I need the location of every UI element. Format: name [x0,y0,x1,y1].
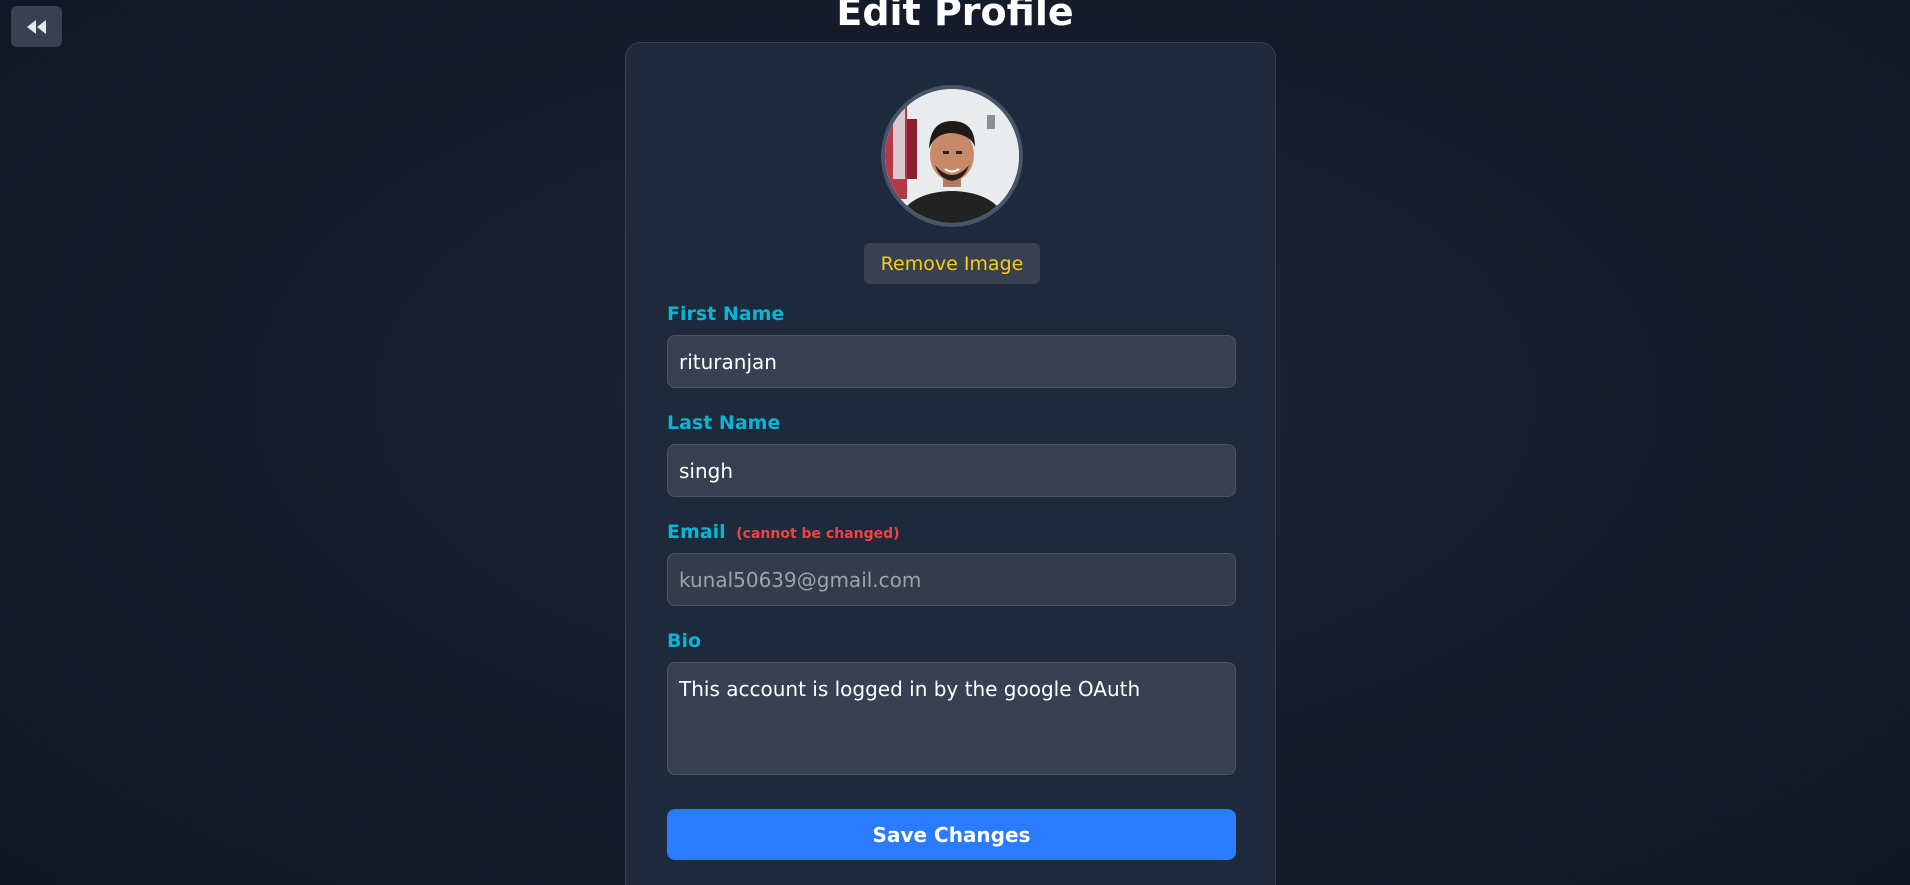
bio-field[interactable]: This account is logged in by the google … [667,662,1236,775]
page-title: Edit Profile [836,0,1074,34]
first-name-field[interactable] [667,335,1236,388]
last-name-label: Last Name [667,412,781,434]
email-label-row: Email (cannot be changed) [667,521,900,543]
email-locked-note: (cannot be changed) [736,526,900,542]
bio-label: Bio [667,630,702,652]
first-name-label: First Name [667,303,785,325]
edit-profile-card: Remove Image First Name Last Name Email … [625,42,1276,885]
avatar [881,85,1023,227]
email-field[interactable] [667,553,1236,606]
email-label: Email [667,521,726,543]
save-changes-button[interactable]: Save Changes [667,809,1236,860]
last-name-field[interactable] [667,444,1236,497]
remove-image-button[interactable]: Remove Image [864,243,1040,284]
